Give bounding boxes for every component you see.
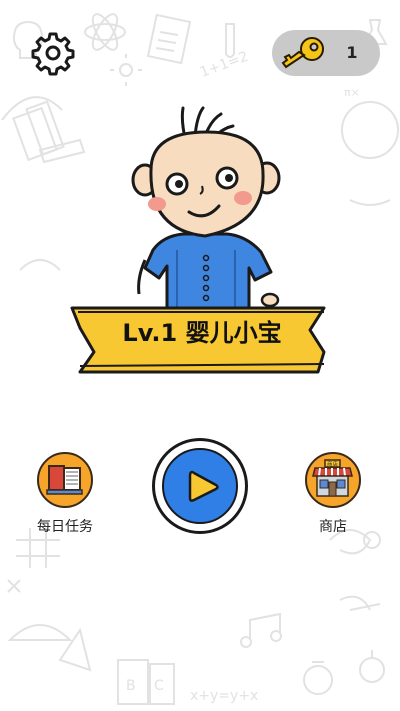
svg-text:x+y=y+x: x+y=y+x	[190, 688, 258, 704]
svg-text:1+1=2: 1+1=2	[198, 49, 251, 81]
shop-circle: 商店	[305, 452, 361, 508]
store-icon: 商店	[312, 459, 353, 497]
key-icon	[281, 37, 324, 69]
play-icon	[188, 470, 219, 502]
svg-text:π×: π×	[344, 86, 360, 99]
shop-label: 商店	[319, 519, 347, 535]
daily-tasks-label: 每日任务	[37, 519, 93, 535]
key-counter: 1	[272, 30, 380, 76]
gear-icon	[31, 32, 75, 76]
settings-button[interactable]	[30, 30, 76, 76]
play-button-inner	[162, 448, 238, 524]
baby-character	[131, 106, 281, 310]
book-icon	[46, 465, 83, 495]
key-count: 1	[346, 43, 358, 62]
level-title: Lv.1 婴儿小宝	[122, 319, 282, 347]
shop-button[interactable]: 商店 商店	[298, 452, 368, 536]
svg-text:C: C	[154, 678, 164, 694]
daily-tasks-circle	[37, 452, 93, 508]
store-sign-text: 商店	[327, 460, 339, 468]
daily-tasks-button[interactable]: 每日任务	[30, 452, 100, 536]
play-button[interactable]	[152, 438, 248, 534]
svg-text:B: B	[126, 678, 136, 694]
